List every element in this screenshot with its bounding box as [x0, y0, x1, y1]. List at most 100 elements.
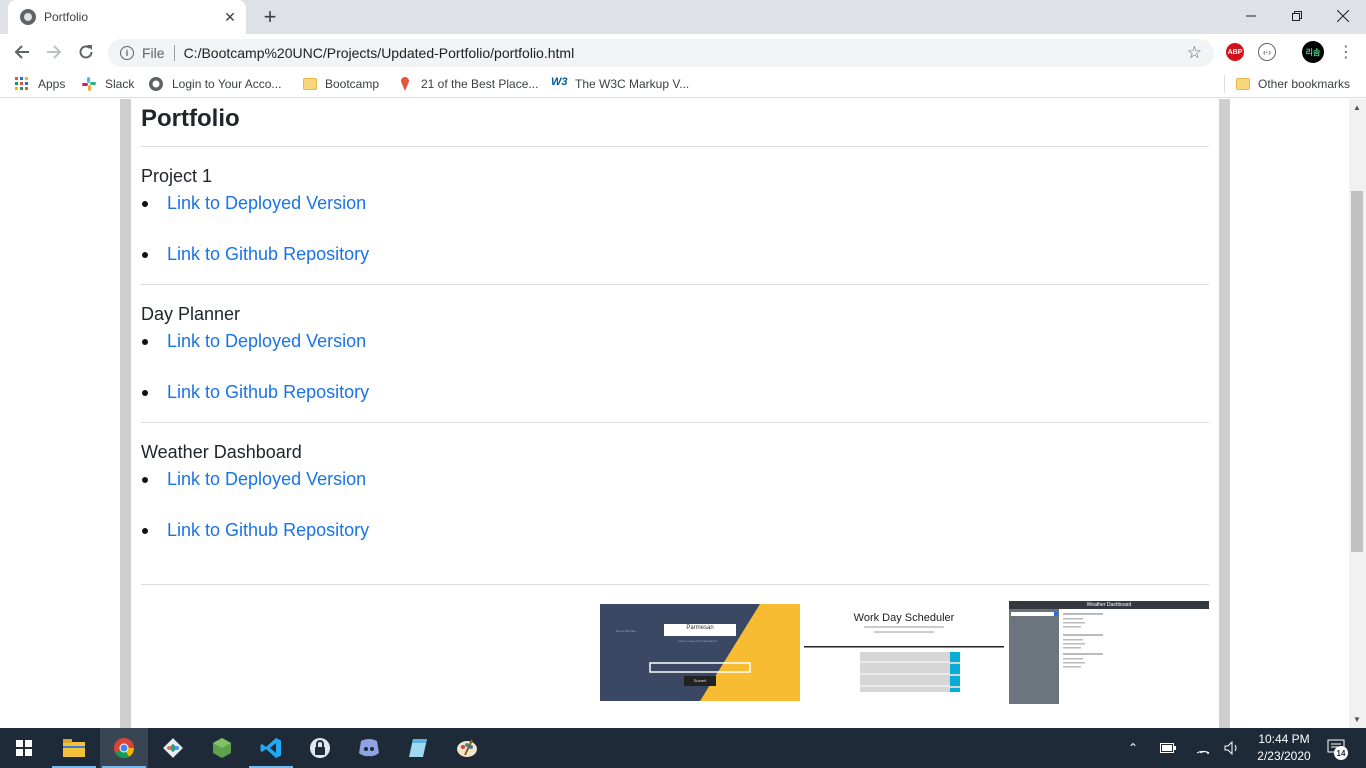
bookmark-login[interactable]: Login to Your Acco... — [148, 75, 281, 93]
battery-icon — [1160, 743, 1176, 753]
close-tab-icon[interactable]: ✕ — [222, 9, 238, 25]
url-text[interactable]: C:/Bootcamp%20UNC/Projects/Updated-Portf… — [184, 45, 575, 61]
volume-button[interactable] — [1224, 728, 1240, 768]
extension-icon[interactable]: ‹·› — [1258, 43, 1276, 61]
globe-icon — [20, 9, 36, 25]
node-button[interactable] — [198, 728, 246, 768]
bookmark-label: The W3C Markup V... — [575, 77, 690, 91]
palette-icon — [457, 739, 477, 757]
deployed-link[interactable]: Link to Deployed Version — [167, 193, 366, 214]
restore-button[interactable] — [1274, 0, 1320, 32]
bookmark-bootcamp[interactable]: Bootcamp — [303, 75, 379, 93]
bookmark-label: Other bookmarks — [1258, 77, 1351, 91]
new-tab-button[interactable]: + — [258, 5, 282, 29]
bookmark-best-places[interactable]: 21 of the Best Place... — [397, 75, 538, 93]
start-button[interactable] — [0, 728, 48, 768]
profile-avatar[interactable]: 리솜 — [1302, 41, 1324, 63]
bookmark-w3c[interactable]: W3 The W3C Markup V... — [551, 75, 689, 93]
gitkraken-button[interactable] — [149, 728, 197, 768]
wifi-button[interactable] — [1196, 728, 1210, 768]
scrollbar-thumb[interactable] — [1351, 191, 1363, 552]
chevron-up-icon: ⌃ — [1128, 741, 1139, 755]
clock-time: 10:44 PM — [1258, 732, 1310, 746]
adblock-plus-icon[interactable]: ABP — [1226, 43, 1244, 61]
bullet — [142, 251, 148, 258]
taskbar-clock[interactable]: 10:44 PM 2/23/2020 — [1250, 731, 1318, 765]
tab-portfolio[interactable]: Portfolio ✕ — [8, 0, 246, 34]
tab-strip: Portfolio ✕ + — [0, 0, 1366, 34]
folder-icon — [1236, 78, 1250, 90]
bookmark-star-icon[interactable]: ☆ — [1187, 43, 1202, 63]
apps-grid-icon — [15, 77, 28, 90]
list-item: Link to Deployed Version — [141, 331, 366, 352]
git-icon — [163, 738, 183, 758]
bookmark-other[interactable]: Other bookmarks — [1236, 75, 1350, 93]
arrow-right-icon — [47, 45, 62, 59]
chrome-button[interactable] — [100, 728, 148, 768]
minimize-button[interactable] — [1228, 0, 1274, 32]
globe-icon — [149, 77, 163, 91]
scroll-down-icon[interactable]: ▼ — [1353, 715, 1361, 724]
wifi-icon — [1196, 750, 1210, 754]
forward-button[interactable] — [42, 40, 66, 64]
bookmark-label: Slack — [105, 77, 135, 91]
project-title: Project 1 — [141, 166, 213, 186]
menu-button[interactable]: ⋮ — [1334, 40, 1358, 64]
info-icon[interactable]: i — [120, 46, 134, 60]
battery-button[interactable] — [1160, 728, 1176, 768]
windows-taskbar: ⌃ 10:44 PM 2/23/2020 14 — [0, 728, 1366, 768]
reload-button[interactable] — [74, 40, 98, 64]
bookmark-divider — [1224, 75, 1225, 93]
notepad-icon — [409, 739, 427, 757]
project1-thumb-title: Parmesan — [686, 625, 714, 631]
notification-count-badge: 14 — [1334, 746, 1348, 760]
pin-icon — [401, 77, 409, 91]
divider — [141, 284, 1209, 285]
weather-thumb-art — [1009, 609, 1103, 704]
keepass-button[interactable] — [296, 728, 344, 768]
github-link[interactable]: Link to Github Repository — [167, 520, 369, 541]
scheduler-screenshot[interactable]: Work Day Scheduler — [804, 604, 1004, 699]
arrow-left-icon — [14, 45, 29, 59]
close-icon — [1337, 10, 1349, 22]
discord-icon — [359, 739, 379, 757]
scroll-up-icon[interactable]: ▲ — [1353, 103, 1361, 112]
vertical-scrollbar[interactable]: ▲ ▼ — [1349, 99, 1366, 728]
show-hidden-icons-button[interactable]: ⌃ — [1128, 728, 1138, 768]
project1-screenshot[interactable]: Home Recipes Find a recipe with ingredie… — [600, 604, 800, 701]
divider — [173, 45, 175, 61]
bullet — [142, 527, 148, 534]
scheduler-thumb-art — [804, 626, 1004, 692]
action-center-button[interactable]: 14 — [1324, 728, 1350, 768]
discord-button[interactable] — [345, 728, 393, 768]
project1-thumb-button: Submit — [693, 678, 707, 683]
bookmark-apps[interactable]: Apps — [14, 75, 65, 93]
notepad-button[interactable] — [394, 728, 442, 768]
cube-icon — [213, 738, 231, 758]
vscode-button[interactable] — [247, 728, 295, 768]
deployed-link[interactable]: Link to Deployed Version — [167, 469, 366, 490]
abp-label: ABP — [1227, 48, 1243, 56]
bookmark-label: Login to Your Acco... — [172, 77, 282, 91]
clock-date: 2/23/2020 — [1257, 749, 1311, 763]
page-border-right — [1219, 99, 1230, 728]
github-link[interactable]: Link to Github Repository — [167, 244, 369, 265]
divider — [141, 584, 1209, 585]
deployed-link[interactable]: Link to Deployed Version — [167, 331, 366, 352]
tab-title: Portfolio — [44, 10, 89, 24]
weather-screenshot[interactable]: Weather Dashboard — [1009, 601, 1209, 704]
browser-toolbar: i File C:/Bootcamp%20UNC/Projects/Update… — [0, 34, 1366, 70]
bullet — [142, 200, 148, 207]
address-bar[interactable]: i File C:/Bootcamp%20UNC/Projects/Update… — [108, 39, 1214, 67]
back-button[interactable] — [10, 40, 34, 64]
project-title: Weather Dashboard — [141, 442, 302, 462]
chrome-icon — [114, 738, 135, 759]
page-border-left — [120, 99, 131, 728]
bookmark-slack[interactable]: Slack — [81, 75, 134, 93]
file-explorer-button[interactable] — [50, 728, 98, 768]
github-link[interactable]: Link to Github Repository — [167, 382, 369, 403]
slack-icon — [82, 77, 96, 91]
close-window-button[interactable] — [1320, 0, 1366, 32]
paint-button[interactable] — [443, 728, 491, 768]
speaker-icon — [1224, 741, 1237, 755]
